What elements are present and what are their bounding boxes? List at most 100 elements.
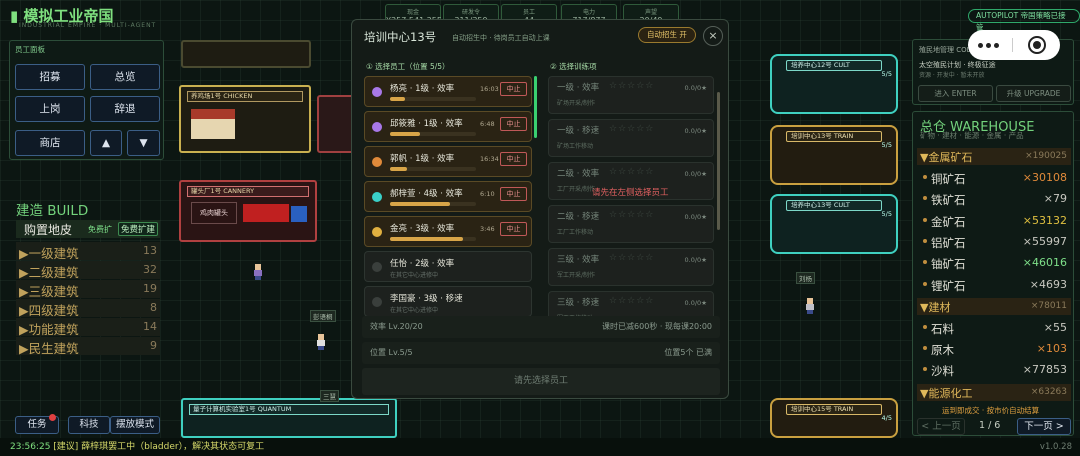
- training-name: 二级 · 效率: [557, 169, 600, 179]
- worker-sprite[interactable]: [253, 264, 263, 280]
- stop-button[interactable]: 中止: [500, 187, 527, 201]
- training-option[interactable]: 一级 · 移速 ☆☆☆☆☆ 0.0/0★ 矿场工作移动: [548, 119, 714, 157]
- truck-cab-icon: [291, 206, 307, 222]
- building-train-15[interactable]: 培训中心15号 TRAIN 4/5: [770, 398, 898, 438]
- category-level2[interactable]: ▶二级建筑 32: [16, 261, 160, 280]
- build-title: 建造 BUILD: [16, 203, 89, 219]
- category-level1[interactable]: ▶一级建筑 13: [16, 242, 160, 261]
- warehouse-item: 锂矿石 ×4693: [917, 275, 1071, 295]
- bullet-icon: [923, 175, 927, 179]
- assign-button[interactable]: 上岗: [15, 96, 85, 122]
- colony-enter-button[interactable]: 进入 ENTER: [918, 85, 993, 102]
- warehouse-category[interactable]: ▼建材 ×78011: [917, 297, 1071, 315]
- down-arrow-icon[interactable]: ▼: [127, 130, 160, 156]
- employee-card[interactable]: 金亮 · 3级 · 效率 3:46 中止: [364, 216, 532, 247]
- progress-bar: [390, 167, 476, 171]
- stop-button[interactable]: 中止: [500, 222, 527, 236]
- category-level3[interactable]: ▶三级建筑 19: [16, 280, 160, 299]
- training-option[interactable]: 二级 · 移速 ☆☆☆☆☆ 0.0/0★ 工厂工作移动: [548, 205, 714, 243]
- employee-card[interactable]: 郝梓萱 · 4级 · 效率 6:10 中止: [364, 181, 532, 212]
- employee-name: 金亮 · 3级 · 效率: [390, 224, 455, 234]
- overview-button[interactable]: 总览: [90, 64, 160, 90]
- training-score: 0.0/0★: [684, 127, 708, 135]
- progress-fill: [390, 132, 421, 136]
- bullet-icon: [923, 196, 927, 201]
- worker-sprite[interactable]: [316, 334, 326, 350]
- category-function[interactable]: ▶功能建筑 14: [16, 318, 160, 337]
- training-score: 0.0/0★: [684, 84, 708, 92]
- free-expand-button[interactable]: 免费扩建: [118, 222, 159, 236]
- building-side[interactable]: [317, 95, 355, 153]
- employee-card[interactable]: 任怡 · 2级 · 效率 在其它中心进修中: [364, 251, 532, 282]
- employee-card[interactable]: 邱筱雅 · 1级 · 效率 6:48 中止: [364, 111, 532, 142]
- bullet-icon: [923, 238, 927, 243]
- close-icon[interactable]: ×: [703, 26, 723, 46]
- recruit-button[interactable]: 招募: [15, 64, 85, 90]
- building-cult-12[interactable]: 培养中心12号 CULT 5/5: [770, 54, 898, 114]
- training-desc: 矿场工作移动: [557, 143, 594, 150]
- stop-button[interactable]: 中止: [500, 152, 527, 166]
- bullet-icon: [923, 281, 927, 286]
- employee-name: 任怡 · 2级 · 效率: [390, 259, 455, 269]
- bullet-icon: [923, 260, 927, 265]
- employee-card[interactable]: 杨亮 · 1级 · 效率 16:03 中止: [364, 76, 532, 107]
- category-level4[interactable]: ▶四级建筑 8: [16, 299, 160, 318]
- warehouse-category[interactable]: ▼能源化工 ×63263: [917, 383, 1071, 401]
- select-employee-hint: 请先在左侧选择员工: [592, 188, 669, 198]
- building-cannery[interactable]: 罐头厂1号 CANNERY 鸡肉罐头: [179, 180, 317, 242]
- warehouse-category[interactable]: ▼金属矿石 ×190025: [917, 148, 1071, 165]
- employee-card[interactable]: 李国豪 · 3级 · 移速 在其它中心进修中: [364, 286, 532, 317]
- worker-sprite[interactable]: [805, 298, 815, 314]
- dismiss-button[interactable]: 辞退: [90, 96, 160, 122]
- tasks-button[interactable]: 任务: [15, 414, 59, 434]
- building-quantum[interactable]: 量子计算机实验室1号 QUANTUM: [181, 398, 397, 438]
- building-train-13[interactable]: 培训中心13号 TRAIN 5/5: [770, 125, 898, 185]
- buy-land-label: 购置地皮: [24, 223, 73, 237]
- stop-button[interactable]: 中止: [500, 82, 527, 96]
- training-name: 三级 · 效率: [557, 255, 600, 265]
- employee-timer: 6:10: [480, 190, 495, 198]
- bullet-icon: [923, 346, 927, 351]
- next-page-button[interactable]: 下一页 >: [1017, 418, 1071, 435]
- employee-scrollbar[interactable]: [534, 76, 537, 138]
- employee-name: 杨亮 · 1级 · 效率: [390, 84, 455, 94]
- category-civil[interactable]: ▶民生建筑 9: [16, 337, 160, 356]
- star-rating-icon: ☆☆☆☆☆: [609, 253, 655, 263]
- worker-name-tag: 三慧: [320, 390, 339, 402]
- building-top[interactable]: [181, 40, 311, 68]
- select-employee-button[interactable]: 请先选择员工: [362, 368, 720, 395]
- notification-dot: [49, 414, 56, 421]
- building-cult-13[interactable]: 培养中心13号 CULT 5/5: [770, 194, 898, 254]
- more-icon[interactable]: [978, 43, 1000, 48]
- training-option[interactable]: 一级 · 效率 ☆☆☆☆☆ 0.0/0★ 矿场开采/制作: [548, 76, 714, 114]
- employee-name: 郭帆 · 1级 · 效率: [390, 154, 455, 164]
- section-select-training: ② 选择训练项: [550, 62, 597, 71]
- training-desc: 军工开采/制作: [557, 272, 596, 279]
- progress-fill: [390, 237, 464, 241]
- employee-timer: 16:03: [480, 85, 499, 93]
- training-option[interactable]: 三级 · 效率 ☆☆☆☆☆ 0.0/0★ 军工开采/制作: [548, 248, 714, 286]
- prev-page-button[interactable]: < 上一页: [917, 418, 965, 435]
- capsule-divider: [1012, 38, 1013, 52]
- page-indicator: 1 / 6: [979, 420, 1001, 431]
- layout-mode-button[interactable]: 摆放模式: [110, 416, 160, 434]
- building-chicken[interactable]: 养鸡场1号 CHICKEN: [179, 85, 311, 153]
- modal-title: 培训中心13号: [364, 30, 437, 44]
- bullet-icon: [923, 217, 927, 222]
- up-arrow-icon[interactable]: ▲: [90, 130, 122, 156]
- progress-bar: [390, 132, 476, 136]
- employee-name: 李国豪 · 3级 · 移速: [390, 294, 463, 304]
- stop-button[interactable]: 中止: [500, 117, 527, 131]
- training-desc: 工厂开采/制作: [557, 186, 596, 193]
- version-label: v1.0.28: [1039, 442, 1072, 452]
- training-center-modal: 培训中心13号 自动招生中 · 待岗员工自动上课 自动招生 开 × ① 选择员工…: [351, 19, 729, 399]
- auto-recruit-toggle[interactable]: 自动招生 开: [638, 27, 696, 43]
- shop-button[interactable]: 商店: [15, 130, 85, 156]
- tech-button[interactable]: 科技: [68, 416, 110, 434]
- record-icon[interactable]: [1028, 36, 1046, 54]
- employee-card[interactable]: 郭帆 · 1级 · 效率 16:34 中止: [364, 146, 532, 177]
- autopilot-badge[interactable]: AUTOPILOT 帝国策略已接管: [968, 9, 1080, 32]
- colony-upgrade-button[interactable]: 升级 UPGRADE: [996, 85, 1071, 102]
- section-select-employee: ① 选择员工（位置 5/5）: [366, 62, 450, 71]
- training-scrollbar[interactable]: [717, 92, 720, 230]
